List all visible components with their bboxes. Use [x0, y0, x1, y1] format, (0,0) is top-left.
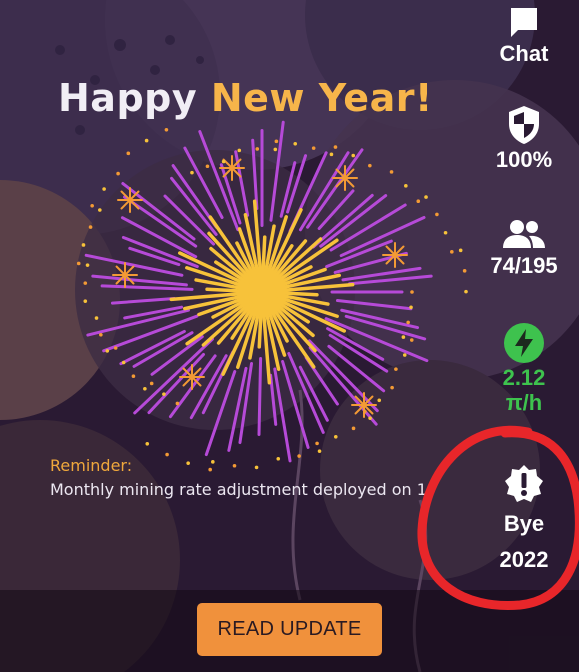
page-title: Happy New Year! — [58, 76, 433, 120]
chat-label: Chat — [499, 41, 549, 66]
reminder-text: Monthly mining rate adjustment deployed … — [50, 480, 427, 499]
shield-icon — [509, 106, 539, 144]
mining-button[interactable]: 2.12 π/h — [484, 322, 564, 414]
reminder-label: Reminder: — [50, 456, 133, 475]
year-label: 2022 — [499, 547, 549, 572]
title-happy: Happy — [58, 76, 198, 120]
people-icon — [503, 220, 545, 248]
mining-rate-unit: π/h — [505, 390, 543, 415]
mining-rate-value: 2.12 — [502, 365, 546, 390]
team-value: 74/195 — [490, 253, 558, 278]
alert-badge-icon — [505, 465, 543, 502]
title-new-year: New Year! — [210, 76, 433, 120]
bye-label: Bye — [503, 511, 545, 536]
read-update-button[interactable]: READ UPDATE — [197, 603, 382, 656]
security-value: 100% — [495, 147, 553, 172]
security-circle-button[interactable]: 100% — [484, 104, 564, 174]
chat-button[interactable]: Chat — [484, 6, 564, 68]
bye-2022-button[interactable]: Bye 2022 — [484, 464, 564, 574]
chat-bubble-icon — [511, 8, 537, 37]
lightning-icon — [504, 323, 544, 363]
team-button[interactable]: 74/195 — [484, 218, 564, 280]
